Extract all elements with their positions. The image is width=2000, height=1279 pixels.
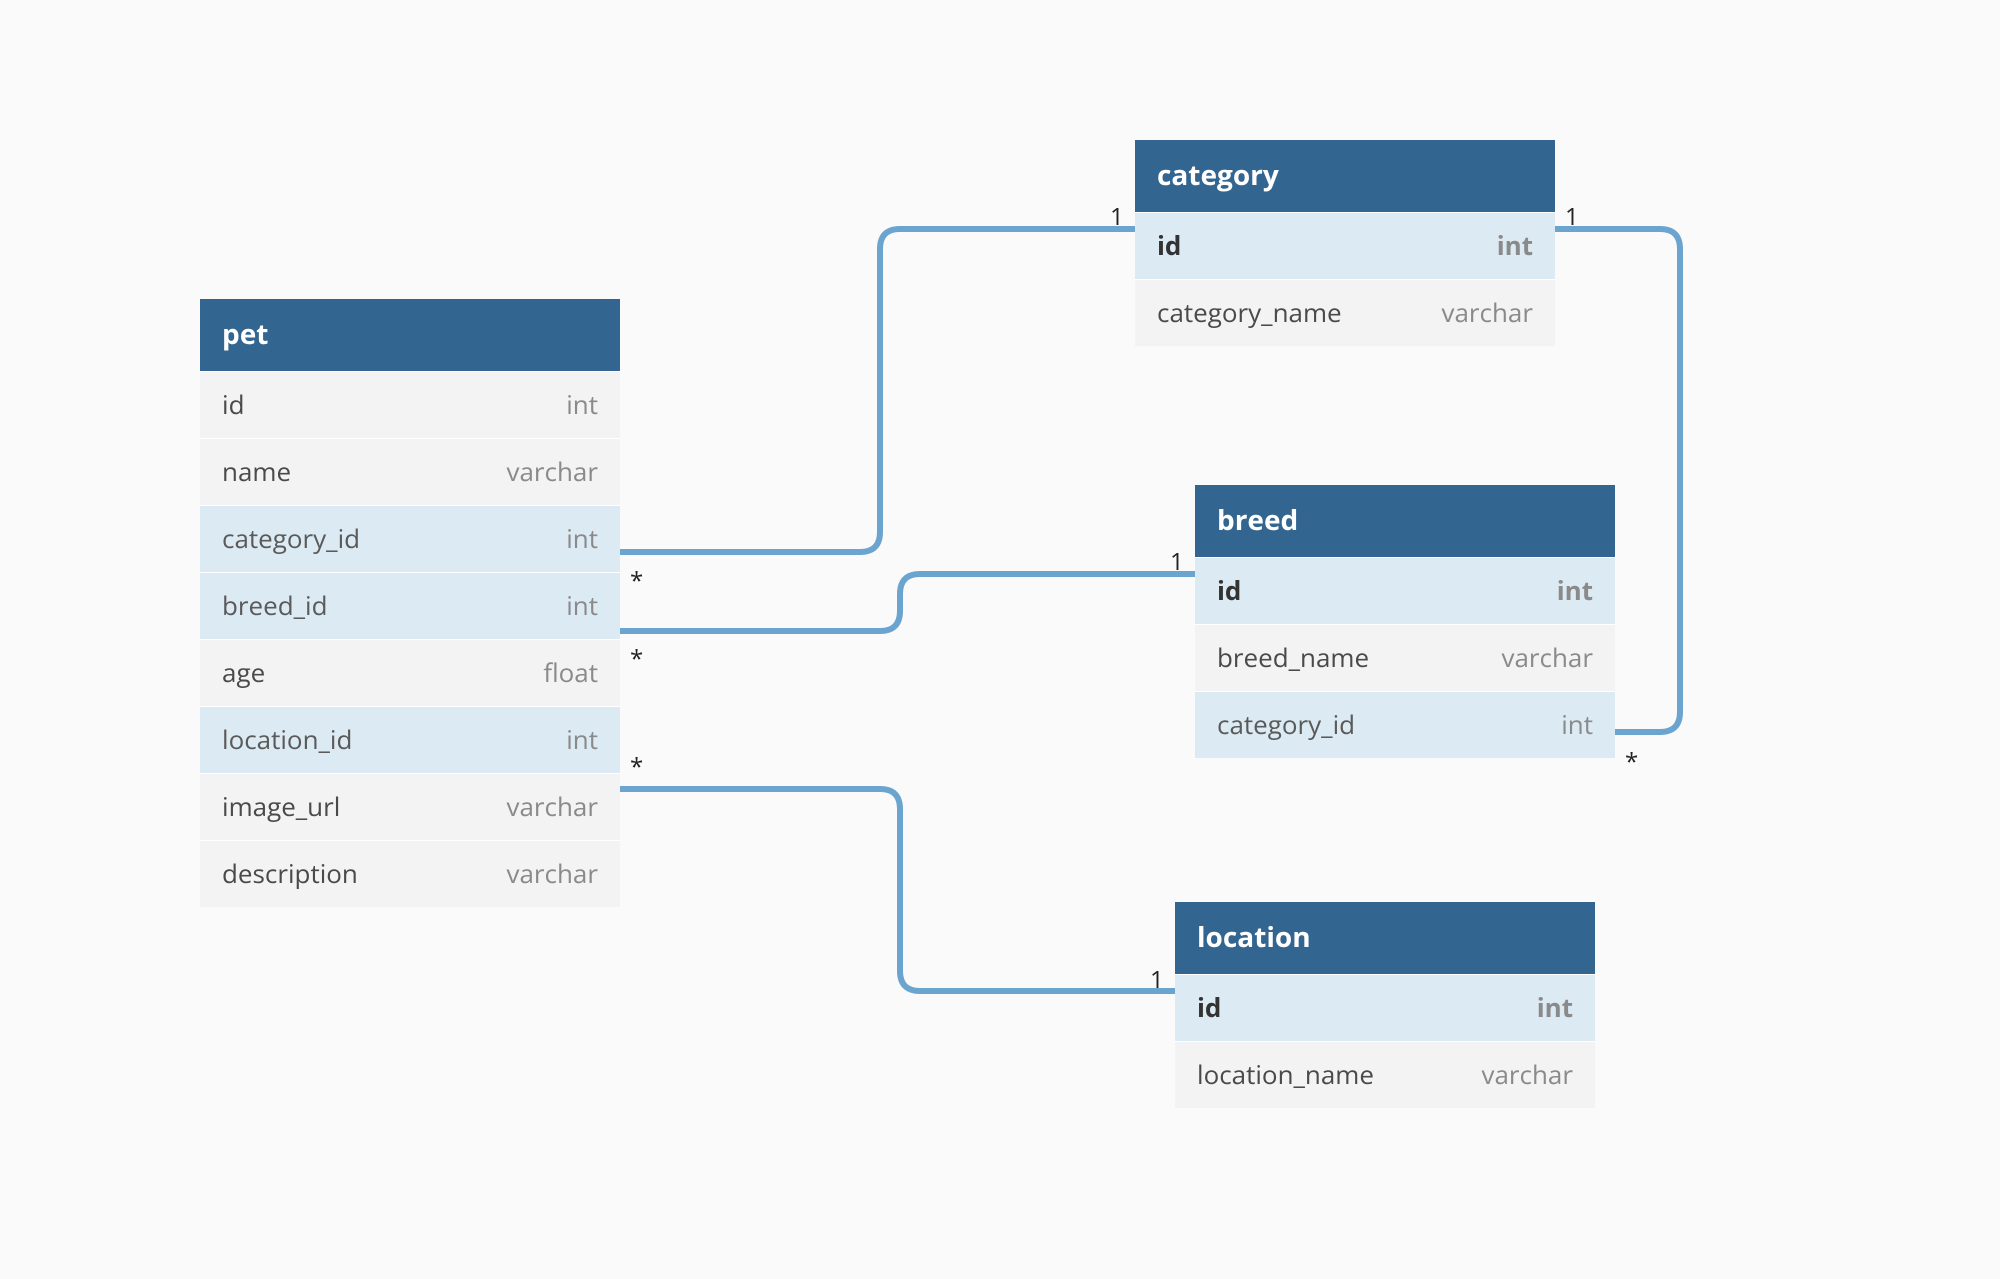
table-title: category: [1157, 156, 1279, 194]
table-category[interactable]: category id int category_name varchar: [1135, 140, 1555, 346]
column-name: breed_name: [1217, 639, 1369, 675]
column-type: varchar: [1501, 639, 1593, 675]
table-title: location: [1197, 918, 1311, 956]
cardinality-label: *: [630, 564, 643, 597]
column-type: int: [566, 587, 598, 623]
table-row: age float: [200, 639, 620, 706]
column-type: varchar: [506, 855, 598, 891]
table-location[interactable]: location id int location_name varchar: [1175, 902, 1595, 1108]
column-name: id: [1217, 572, 1241, 608]
table-header: breed: [1195, 485, 1615, 557]
column-name: category_name: [1157, 294, 1342, 330]
table-row: image_url varchar: [200, 773, 620, 840]
column-type: int: [566, 721, 598, 757]
cardinality-label: 1: [1110, 200, 1124, 233]
cardinality-label: *: [630, 642, 643, 675]
table-pet[interactable]: pet idint namevarchar category_idint bre…: [200, 299, 620, 907]
column-name: location_name: [1197, 1056, 1374, 1092]
table-row: name varchar: [200, 438, 620, 505]
column-name: id: [1157, 227, 1181, 263]
erd-canvas: pet idint namevarchar category_idint bre…: [0, 0, 2000, 1279]
table-breed[interactable]: breed id int breed_name varchar category_i…: [1195, 485, 1615, 758]
table-row: id int: [1175, 974, 1595, 1041]
column-name: description: [222, 855, 358, 891]
table-row: location_id int: [200, 706, 620, 773]
column-type: float: [543, 654, 598, 690]
column-name: category_id: [222, 520, 360, 556]
cardinality-label: *: [1625, 745, 1638, 778]
cardinality-label: *: [630, 750, 643, 783]
column-name: category_id: [1217, 706, 1355, 742]
table-header: location: [1175, 902, 1595, 974]
column-name: id: [1197, 989, 1221, 1025]
column-type: varchar: [1441, 294, 1533, 330]
cardinality-label: 1: [1170, 545, 1184, 578]
table-row: id int: [1135, 212, 1555, 279]
table-title: breed: [1217, 501, 1298, 539]
table-row: category_id int: [200, 505, 620, 572]
column-name: age: [222, 654, 265, 690]
table-title: pet: [222, 315, 268, 353]
table-header: pet: [200, 299, 620, 371]
table-row: id int: [1195, 557, 1615, 624]
column-name: location_id: [222, 721, 352, 757]
column-name: id: [222, 386, 244, 422]
table-row: id int: [200, 371, 620, 438]
table-row: category_id int: [1195, 691, 1615, 758]
column-name: name: [222, 453, 291, 489]
cardinality-label: 1: [1565, 200, 1579, 233]
column-type: varchar: [506, 453, 598, 489]
column-name: image_url: [222, 788, 340, 824]
table-row: description varchar: [200, 840, 620, 907]
column-type: varchar: [506, 788, 598, 824]
cardinality-label: 1: [1150, 963, 1164, 996]
table-row: breed_id int: [200, 572, 620, 639]
column-type: int: [1537, 989, 1573, 1025]
column-type: int: [566, 386, 598, 422]
column-type: int: [1561, 706, 1593, 742]
column-type: int: [1497, 227, 1533, 263]
column-type: int: [566, 520, 598, 556]
column-name: breed_id: [222, 587, 328, 623]
table-header: category: [1135, 140, 1555, 212]
table-row: category_name varchar: [1135, 279, 1555, 346]
column-type: int: [1557, 572, 1593, 608]
column-type: varchar: [1481, 1056, 1573, 1092]
table-row: breed_name varchar: [1195, 624, 1615, 691]
table-row: location_name varchar: [1175, 1041, 1595, 1108]
